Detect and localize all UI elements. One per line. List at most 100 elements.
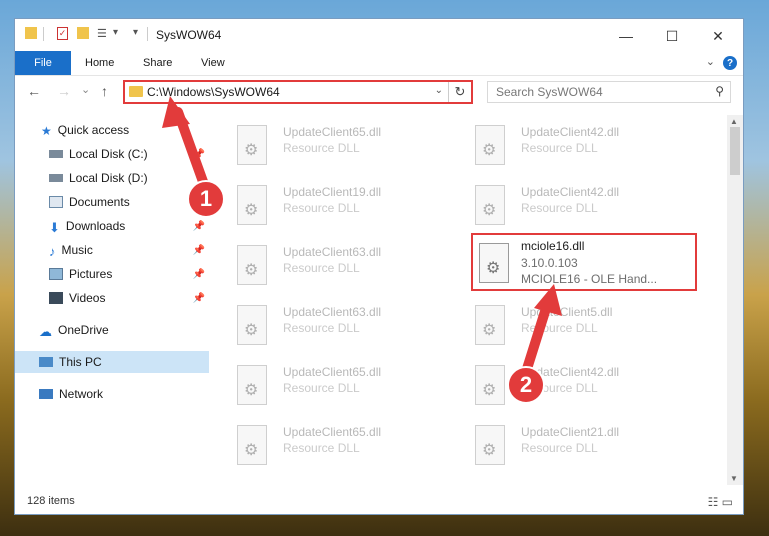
up-button[interactable]: ↑	[101, 83, 108, 99]
sidebar-item-pictures[interactable]: Pictures 📌	[15, 263, 209, 285]
dll-file-icon	[475, 425, 505, 465]
folder-icon	[129, 86, 143, 97]
scroll-up-icon[interactable]: ▲	[730, 117, 738, 126]
search-icon[interactable]: ⚲	[715, 84, 724, 98]
sidebar-item-label: Quick access	[57, 123, 130, 137]
file-type: Resource DLL	[283, 321, 360, 335]
sidebar-item-onedrive[interactable]: ☁ OneDrive	[15, 319, 209, 341]
file-type: Resource DLL	[283, 141, 360, 155]
chevron-down-icon[interactable]: ▾	[113, 27, 118, 38]
file-type: Resource DLL	[283, 441, 360, 455]
dll-file-icon	[237, 365, 267, 405]
close-button[interactable]: ✕	[695, 21, 741, 51]
sidebar-item-this-pc[interactable]: This PC	[15, 351, 209, 373]
forward-button[interactable]: →	[57, 83, 71, 99]
address-dropdown-icon[interactable]: ⌄	[435, 85, 443, 96]
file-name: UpdateClient63.dll	[283, 305, 382, 319]
star-icon: ★	[41, 124, 52, 138]
list-item[interactable]: UpdateClient65.dll Resource DLL	[221, 359, 441, 411]
minimize-button[interactable]: —	[603, 21, 649, 51]
file-type: Resource DLL	[521, 441, 598, 455]
sidebar-item-music[interactable]: ♪ Music 📌	[15, 239, 209, 261]
sidebar-item-network[interactable]: Network	[15, 383, 209, 405]
navigation-pane: ★ Quick access Local Disk (C:) 📌 Local D…	[15, 115, 209, 485]
sidebar-item-label: Local Disk (D:)	[69, 171, 148, 185]
address-bar[interactable]: C:\Windows\SysWOW64 ⌄ ↻	[123, 80, 473, 104]
sidebar-item-local-disk-d[interactable]: Local Disk (D:)	[15, 167, 209, 189]
search-input[interactable]: Search SysWOW64 ⚲	[487, 81, 731, 103]
sidebar-item-documents[interactable]: Documents 📌	[15, 191, 209, 213]
sidebar-item-label: Downloads	[65, 219, 126, 233]
refresh-button[interactable]: ↻	[448, 82, 471, 102]
sidebar-item-label: Documents	[69, 195, 130, 209]
drive-icon	[49, 150, 63, 158]
file-name: UpdateClient42.dll	[521, 185, 620, 199]
list-item[interactable]: UpdateClient63.dll Resource DLL	[221, 239, 441, 291]
sidebar-item-local-disk-c[interactable]: Local Disk (C:) 📌	[15, 143, 209, 165]
music-icon: ♪	[49, 244, 56, 259]
tab-home[interactable]: Home	[85, 51, 114, 75]
scroll-thumb[interactable]	[730, 127, 740, 175]
tab-file[interactable]: File	[15, 51, 71, 75]
qa-dropdown-icon[interactable]: ▾	[133, 27, 138, 38]
ribbon-expand-icon[interactable]: ⌄	[706, 55, 715, 68]
file-name: mciole16.dll	[521, 239, 585, 253]
sidebar-item-downloads[interactable]: ⬇ Downloads 📌	[15, 215, 209, 237]
pin-icon[interactable]: 📌	[193, 221, 205, 232]
tab-share[interactable]: Share	[143, 51, 172, 75]
file-type: Resource DLL	[283, 261, 360, 275]
list-item[interactable]: UpdateClient65.dll Resource DLL	[221, 419, 441, 471]
sidebar-item-videos[interactable]: Videos 📌	[15, 287, 209, 309]
file-name: UpdateClient42.dll	[521, 125, 620, 139]
dll-file-icon	[237, 185, 267, 225]
scroll-down-icon[interactable]: ▼	[730, 474, 738, 483]
pin-icon[interactable]: 📌	[193, 293, 205, 304]
file-type: Resource DLL	[521, 201, 598, 215]
pin-icon[interactable]: 📌	[193, 245, 205, 256]
sidebar-item-label: Local Disk (C:)	[69, 147, 148, 161]
maximize-button[interactable]: ☐	[649, 21, 695, 51]
toolbar-divider	[43, 27, 44, 41]
pin-icon[interactable]: 📌	[193, 149, 205, 160]
help-icon[interactable]: ?	[723, 56, 737, 70]
tab-view[interactable]: View	[201, 51, 225, 75]
computer-icon	[39, 357, 53, 367]
customize-toolbar-icon[interactable]: ☰	[97, 27, 107, 40]
list-item[interactable]: UpdateClient42.dll Resource DLL	[459, 119, 679, 171]
pictures-icon	[49, 268, 63, 280]
sidebar-item-quick-access[interactable]: ★ Quick access	[15, 119, 209, 141]
address-path[interactable]: C:\Windows\SysWOW64	[147, 85, 280, 99]
pin-icon[interactable]: 📌	[193, 269, 205, 280]
list-item[interactable]: UpdateClient65.dll Resource DLL	[221, 119, 441, 171]
back-button[interactable]: ←	[27, 83, 41, 99]
vertical-scrollbar[interactable]: ▲ ▼	[727, 115, 743, 485]
list-item[interactable]: UpdateClient19.dll Resource DLL	[221, 179, 441, 231]
file-type: Resource DLL	[283, 201, 360, 215]
step-badge-2: 2	[507, 366, 545, 404]
view-toggle-icons[interactable]: ☷ ▭	[708, 495, 733, 509]
sidebar-item-label: Videos	[69, 291, 106, 305]
list-item[interactable]: UpdateClient63.dll Resource DLL	[221, 299, 441, 351]
file-type: Resource DLL	[521, 321, 598, 335]
list-item[interactable]: UpdateClient5.dll Resource DLL	[459, 299, 679, 351]
file-name: UpdateClient65.dll	[283, 365, 382, 379]
dll-file-icon	[237, 125, 267, 165]
title-divider	[147, 27, 148, 41]
file-name: UpdateClient63.dll	[283, 245, 382, 259]
drive-icon	[49, 174, 63, 182]
list-item[interactable]: UpdateClient42.dll Resource DLL	[459, 179, 679, 231]
dll-file-icon	[237, 245, 267, 285]
list-item[interactable]: UpdateClient42.dll Resource DLL	[459, 359, 679, 411]
title-bar: ✓ ☰ ▾ ▾ SysWOW64 — ☐ ✕	[15, 19, 743, 51]
ribbon-tabs: File Home Share View ⌄ ?	[15, 51, 743, 76]
new-folder-icon[interactable]	[77, 27, 89, 39]
file-type: Resource DLL	[521, 141, 598, 155]
cloud-icon: ☁	[39, 324, 52, 339]
list-item[interactable]: UpdateClient21.dll Resource DLL	[459, 419, 679, 471]
properties-icon[interactable]: ✓	[57, 27, 68, 40]
file-name: UpdateClient65.dll	[283, 425, 382, 439]
recent-locations-button[interactable]: ⌄	[81, 83, 90, 96]
folder-icon[interactable]	[25, 27, 37, 39]
dll-file-icon	[475, 365, 505, 405]
highlighted-file-mciole16[interactable]: mciole16.dll 3.10.0.103 MCIOLE16 - OLE H…	[471, 233, 697, 291]
